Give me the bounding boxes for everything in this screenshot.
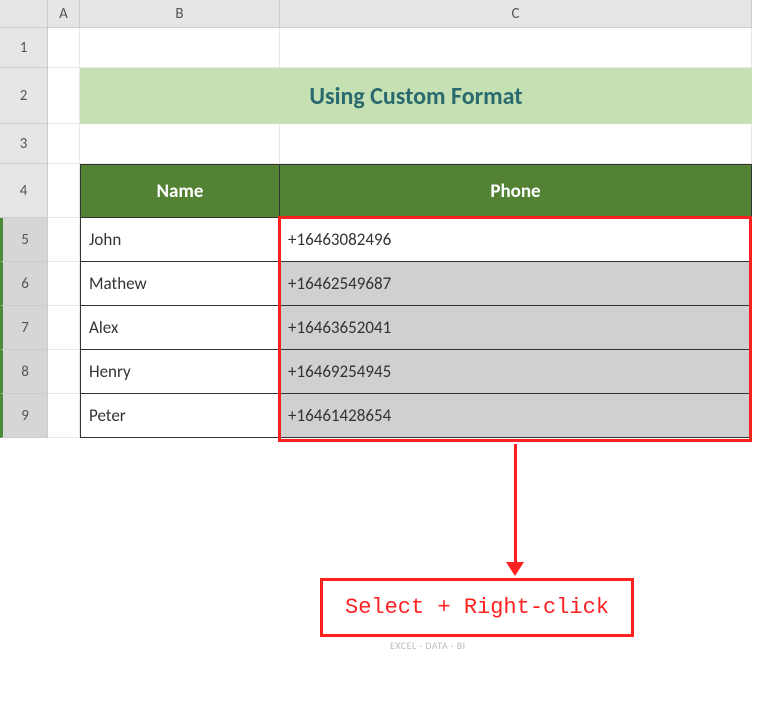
- name-cell[interactable]: John: [80, 218, 280, 262]
- phone-cell[interactable]: +16469254945: [280, 350, 752, 394]
- row-header-8[interactable]: 8: [0, 350, 48, 394]
- row-header-3[interactable]: 3: [0, 124, 48, 164]
- cell-a3[interactable]: [48, 124, 80, 164]
- cell-a8[interactable]: [48, 350, 80, 394]
- row-header-6[interactable]: 6: [0, 262, 48, 306]
- row-header-2[interactable]: 2: [0, 68, 48, 124]
- annotation-arrow-head: [506, 562, 524, 576]
- phone-cell[interactable]: +16461428654: [280, 394, 752, 438]
- cell-b3[interactable]: [80, 124, 280, 164]
- phone-cell[interactable]: +16462549687: [280, 262, 752, 306]
- row-header-7[interactable]: 7: [0, 306, 48, 350]
- row-header-1[interactable]: 1: [0, 28, 48, 68]
- col-header-a[interactable]: A: [48, 0, 80, 28]
- name-cell[interactable]: Alex: [80, 306, 280, 350]
- col-header-c[interactable]: C: [280, 0, 752, 28]
- name-cell[interactable]: Henry: [80, 350, 280, 394]
- annotation-callout: Select + Right-click: [320, 578, 634, 637]
- cell-a1[interactable]: [48, 28, 80, 68]
- select-all-corner[interactable]: [0, 0, 48, 28]
- cell-a9[interactable]: [48, 394, 80, 438]
- cell-a2[interactable]: [48, 68, 80, 124]
- watermark-sub: EXCEL · DATA · BI: [390, 639, 466, 652]
- phone-cell[interactable]: +16463082496: [280, 218, 752, 262]
- name-cell[interactable]: Mathew: [80, 262, 280, 306]
- cell-c3[interactable]: [280, 124, 752, 164]
- row-headers: 1 2 3 4 5 6 7 8 9: [0, 28, 48, 438]
- column-headers: A B C: [48, 0, 752, 28]
- callout-label: Select + Right-click: [345, 595, 609, 620]
- annotation-arrow-line: [514, 444, 517, 564]
- row-header-9[interactable]: 9: [0, 394, 48, 438]
- header-name[interactable]: Name: [80, 164, 280, 218]
- phone-cell[interactable]: +16463652041: [280, 306, 752, 350]
- cell-b1[interactable]: [80, 28, 280, 68]
- cell-a6[interactable]: [48, 262, 80, 306]
- col-header-b[interactable]: B: [80, 0, 280, 28]
- header-phone[interactable]: Phone: [280, 164, 752, 218]
- title-cell[interactable]: Using Custom Format: [80, 68, 752, 124]
- cell-c1[interactable]: [280, 28, 752, 68]
- name-cell[interactable]: Peter: [80, 394, 280, 438]
- cell-a4[interactable]: [48, 164, 80, 218]
- cell-a5[interactable]: [48, 218, 80, 262]
- cell-a7[interactable]: [48, 306, 80, 350]
- row-header-5[interactable]: 5: [0, 218, 48, 262]
- spreadsheet-grid: Using Custom Format Name Phone John +164…: [48, 28, 767, 438]
- row-header-4[interactable]: 4: [0, 164, 48, 218]
